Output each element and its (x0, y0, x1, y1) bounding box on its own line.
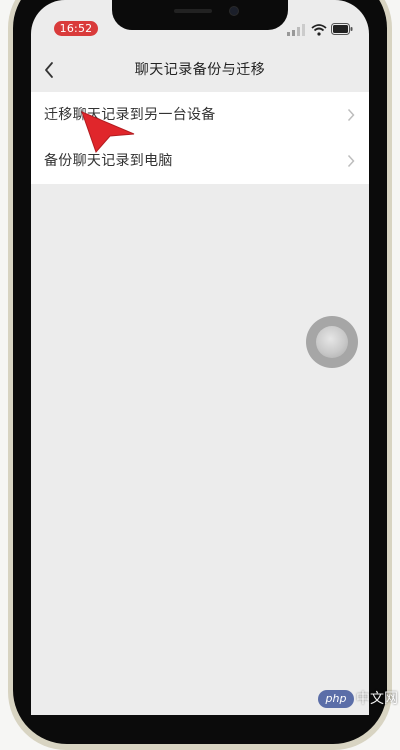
front-camera (230, 7, 238, 15)
speaker-grille (174, 9, 212, 13)
watermark-logo: php 中文网 (314, 686, 400, 712)
chevron-right-icon (347, 108, 355, 122)
notch (112, 0, 288, 30)
signal-icon (287, 24, 305, 36)
battery-icon (331, 23, 353, 35)
assistive-touch-button[interactable] (306, 316, 358, 368)
back-icon[interactable] (43, 60, 55, 80)
pointer-arrow-icon (81, 111, 135, 153)
nav-bar: 聊天记录备份与迁移 (31, 50, 369, 90)
watermark-badge: php (318, 690, 354, 708)
watermark-text: 中文网 (356, 691, 398, 707)
chevron-right-icon (347, 154, 355, 168)
phone-shell: 16:52 聊天记录备份与迁移 迁移聊天记录到另一台设备 备份聊天记录到电脑 p… (0, 0, 400, 750)
status-time: 16:52 (54, 21, 98, 36)
wifi-icon (311, 24, 327, 36)
status-bar: 16:52 (31, 0, 369, 44)
page-title: 聊天记录备份与迁移 (134, 62, 266, 78)
assistive-touch-inner (316, 326, 348, 358)
list-item-label: 备份聊天记录到电脑 (44, 153, 173, 169)
